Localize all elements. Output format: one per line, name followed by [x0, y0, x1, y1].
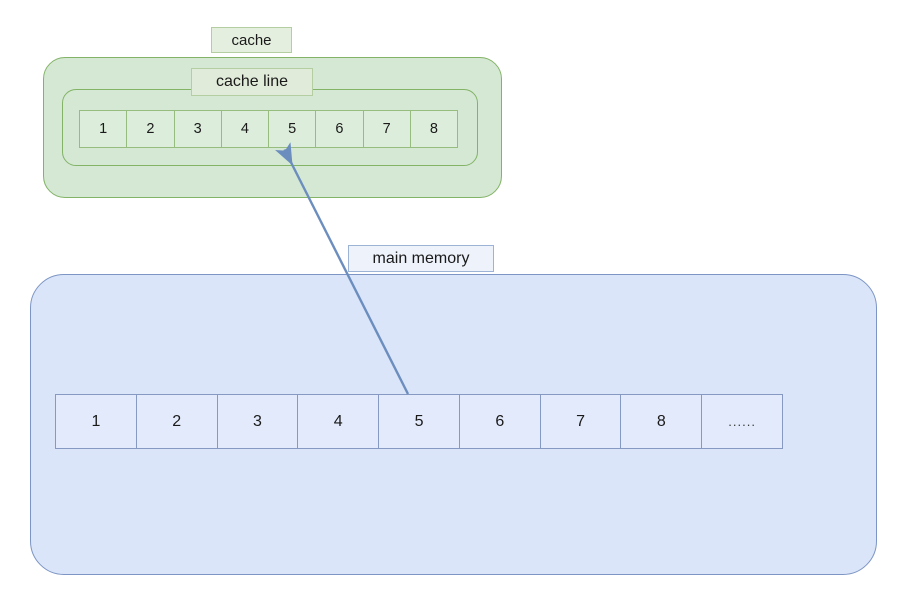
main-memory-cell-row: 1 2 3 4 5 6 7 8 ...... [55, 394, 783, 449]
main-memory-label: main memory [348, 245, 494, 272]
cache-cell: 3 [174, 111, 222, 147]
cache-cell: 1 [80, 111, 128, 147]
memory-cell: 7 [540, 395, 622, 448]
memory-cell: 6 [459, 395, 541, 448]
memory-cell: 4 [298, 395, 380, 448]
cache-cell: 6 [316, 111, 364, 147]
cache-label: cache [211, 27, 292, 53]
cache-line-label: cache line [191, 68, 313, 96]
memory-cell: 2 [136, 395, 218, 448]
cache-memory-diagram: 1 2 3 4 5 6 7 8 cache cache line 1 2 3 4… [0, 0, 907, 599]
memory-cell: 1 [56, 395, 137, 448]
cache-cell: 2 [127, 111, 175, 147]
memory-cell-ellipsis: ...... [702, 395, 783, 448]
cache-cell: 8 [410, 111, 457, 147]
memory-cell: 3 [217, 395, 299, 448]
memory-cell: 8 [621, 395, 703, 448]
cache-cell: 5 [269, 111, 317, 147]
memory-cell: 5 [379, 395, 460, 448]
cache-line-cell-row: 1 2 3 4 5 6 7 8 [79, 110, 458, 148]
cache-cell: 4 [221, 111, 269, 147]
cache-cell: 7 [363, 111, 411, 147]
